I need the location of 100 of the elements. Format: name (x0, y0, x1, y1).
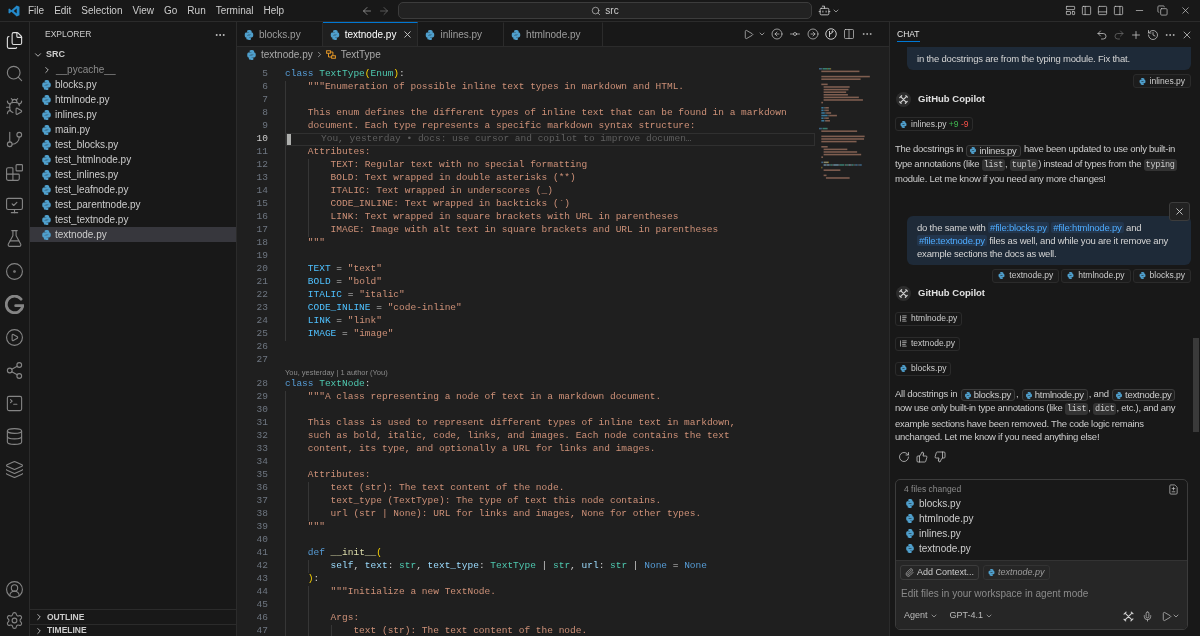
monitor-check-icon[interactable] (5, 196, 24, 215)
edited-file-chip[interactable]: inlines.py +9 -9 (895, 117, 974, 131)
attached-file-chip[interactable]: blocks.py (1132, 268, 1191, 283)
menu-item[interactable]: Run (182, 1, 211, 20)
split-editor-icon[interactable] (843, 28, 855, 40)
robot-icon[interactable] (818, 4, 831, 17)
circle-arrow-left-icon[interactable] (771, 28, 783, 40)
file-link[interactable]: textnode.py (1112, 389, 1176, 401)
circled-branch-icon[interactable] (825, 28, 837, 40)
chevron-down-icon[interactable] (1172, 612, 1180, 620)
section-header[interactable]: OUTLINE (30, 609, 236, 624)
restore-icon[interactable] (1157, 5, 1168, 16)
file-link[interactable]: blocks.py (960, 389, 1016, 401)
redo-icon[interactable] (1112, 28, 1125, 41)
menu-item[interactable]: View (127, 1, 159, 20)
circle-arrow-right-icon[interactable] (807, 28, 819, 40)
circle-play-icon[interactable] (5, 328, 24, 347)
mode-dropdown[interactable]: Agent (900, 609, 942, 623)
close-icon[interactable] (1180, 5, 1191, 16)
search-field[interactable]: src (398, 2, 812, 19)
tree-item[interactable]: test_textnode.py (30, 212, 236, 227)
paperclip-icon (905, 568, 914, 577)
microphone-icon[interactable] (1142, 610, 1153, 622)
play-icon[interactable] (1161, 610, 1172, 622)
tree-item[interactable]: test_htmlnode.py (30, 152, 236, 167)
search-icon[interactable] (5, 64, 24, 83)
close-icon[interactable] (401, 29, 413, 40)
panel-bottom-icon[interactable] (1096, 5, 1108, 16)
scrollbar-thumb[interactable] (1193, 338, 1199, 432)
g-shaped-icon[interactable] (5, 295, 24, 314)
layout-icon[interactable] (1064, 5, 1076, 16)
tree-item[interactable]: __pycache__ (30, 62, 236, 77)
section-header[interactable]: TIMELINE (30, 624, 236, 636)
file-link[interactable]: inlines.py (966, 144, 1021, 157)
history-icon[interactable] (1146, 28, 1159, 41)
tree-item[interactable]: test_inlines.py (30, 167, 236, 182)
back-arrow-icon[interactable] (361, 4, 373, 17)
tree-item[interactable]: blocks.py (30, 77, 236, 92)
panel-left-icon[interactable] (1080, 5, 1092, 16)
tree-item[interactable]: test_blocks.py (30, 137, 236, 152)
flask-icon[interactable] (5, 229, 24, 248)
add-context-button[interactable]: Add Context... (900, 565, 980, 580)
circle-dot-icon[interactable] (5, 262, 24, 281)
thumbs-up-icon[interactable] (916, 450, 928, 463)
edited-file-chip[interactable]: textnode.py (895, 336, 960, 351)
folder-header[interactable]: SRC (30, 47, 236, 62)
changed-file-item[interactable]: blocks.py (904, 496, 1179, 511)
breadcrumb-item[interactable]: TextType (325, 47, 381, 62)
line-number: 44 (255, 585, 268, 600)
attached-file-chip[interactable]: textnode.py (992, 268, 1060, 283)
tree-item[interactable]: main.py (30, 122, 236, 137)
remove-request-button[interactable] (1169, 201, 1190, 221)
plus-icon[interactable] (1129, 28, 1142, 41)
changed-file-item[interactable]: textnode.py (904, 541, 1179, 556)
tree-item[interactable]: htmlnode.py (30, 92, 236, 107)
share-icon[interactable] (5, 361, 24, 380)
file-diff-icon[interactable] (1168, 484, 1179, 495)
play-icon[interactable] (742, 28, 754, 40)
menu-item[interactable]: Go (159, 1, 183, 20)
undo-icon[interactable] (1095, 28, 1108, 41)
chat-tab[interactable]: CHAT (897, 26, 920, 43)
file-reference-link[interactable]: #file:textnode.py (917, 234, 987, 246)
file-reference-link[interactable]: #file:htmlnode.py (1051, 221, 1124, 233)
file-link[interactable]: htmlnode.py (1021, 389, 1088, 401)
retry-icon[interactable] (898, 450, 910, 463)
panel-right-icon[interactable] (1112, 5, 1124, 16)
context-file-chip[interactable]: textnode.py (983, 565, 1050, 580)
account-icon[interactable] (5, 580, 24, 599)
attached-file-chip[interactable]: htmlnode.py (1061, 268, 1131, 283)
thumbs-down-icon[interactable] (934, 450, 946, 463)
menu-item[interactable]: Help (258, 1, 290, 20)
chevron-down-icon[interactable] (758, 30, 766, 38)
assistant-name: GitHub Copilot (918, 91, 985, 106)
menu-item[interactable]: Selection (76, 1, 128, 20)
code-line: class TextNode: (285, 377, 371, 392)
breadcrumb-item[interactable]: textnode.py (247, 47, 313, 62)
terminal-icon[interactable] (5, 394, 24, 413)
tree-item[interactable]: test_leafnode.py (30, 182, 236, 197)
menu-item[interactable]: File (23, 1, 50, 20)
model-dropdown[interactable]: GPT-4.1 (945, 609, 998, 623)
tree-item[interactable]: textnode.py (30, 227, 236, 242)
tree-item[interactable]: test_parentnode.py (30, 197, 236, 212)
menu-item[interactable]: Edit (49, 1, 77, 20)
editor-tab[interactable]: textnode.py (322, 22, 419, 46)
changed-file-item[interactable]: inlines.py (904, 526, 1179, 541)
changed-file-item[interactable]: htmlnode.py (904, 511, 1179, 526)
database-icon[interactable] (5, 427, 24, 446)
layers-icon[interactable] (5, 460, 24, 479)
files-icon[interactable] (5, 31, 24, 50)
blocks-icon[interactable] (5, 163, 24, 182)
tree-item[interactable]: inlines.py (30, 107, 236, 122)
bug-play-icon[interactable] (5, 97, 24, 116)
edited-file-chip[interactable]: blocks.py (895, 361, 952, 376)
file-reference-link[interactable]: #file:blocks.py (988, 221, 1049, 233)
edited-file-chip[interactable]: htmlnode.py (895, 311, 963, 326)
settings-icon[interactable] (5, 611, 24, 630)
menu-item[interactable]: Terminal (210, 1, 259, 20)
attached-file-chip[interactable]: inlines.py (1132, 74, 1191, 88)
chat-input-field[interactable]: Edit files in your workspace in agent mode (900, 585, 1183, 602)
branch-icon[interactable] (5, 130, 24, 149)
